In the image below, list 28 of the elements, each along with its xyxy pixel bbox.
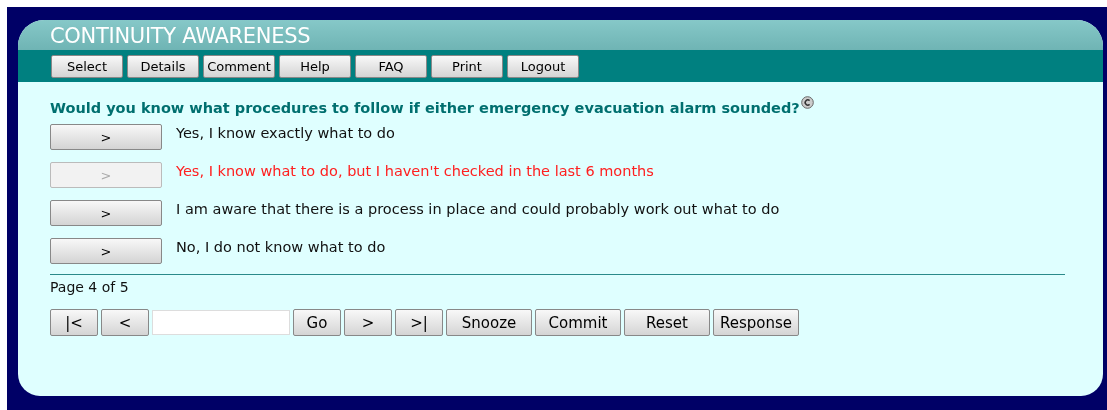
answer-button[interactable]: > — [50, 238, 162, 264]
answer-button[interactable]: > — [50, 124, 162, 150]
toolbar-button[interactable]: FAQ — [355, 54, 427, 78]
toolbar-button[interactable]: Select — [51, 54, 123, 78]
answer-label: No, I do not know what to do — [176, 239, 386, 255]
action-button[interactable]: Reset — [624, 309, 710, 336]
answer-label: I am aware that there is a process in place and could probably work out what to do — [176, 201, 780, 217]
toolbar-button[interactable]: Print — [431, 54, 503, 78]
first-page-button[interactable]: |< — [50, 309, 98, 336]
action-button[interactable]: Commit — [535, 309, 621, 336]
action-button[interactable]: Snooze — [446, 309, 532, 336]
answer-label: Yes, I know what to do, but I haven't checked in the last 6 months — [176, 163, 654, 179]
toolbar-button[interactable]: Help — [279, 54, 351, 78]
question-text: Would you know what procedures to follow if either emergency evacuation alarm sounded? — [50, 100, 800, 116]
go-button[interactable]: Go — [293, 309, 341, 336]
page-number-field[interactable] — [152, 310, 290, 335]
answer-label: Yes, I know exactly what to do — [176, 125, 395, 141]
app-title: CONTINUITY AWARENESS — [50, 23, 311, 50]
copyright-icon — [800, 96, 814, 109]
toolbar-button[interactable]: Logout — [507, 54, 579, 78]
page-status: Page 4 of 5 — [50, 279, 130, 295]
answer-button[interactable]: > — [50, 200, 162, 226]
toolbar-button[interactable]: Details — [127, 54, 199, 78]
next-page-button[interactable]: > — [344, 309, 392, 336]
last-page-button[interactable]: >| — [395, 309, 443, 336]
toolbar-button[interactable]: Comment — [203, 54, 275, 78]
previous-page-button[interactable]: < — [101, 309, 149, 336]
action-button[interactable]: Response — [713, 309, 799, 336]
